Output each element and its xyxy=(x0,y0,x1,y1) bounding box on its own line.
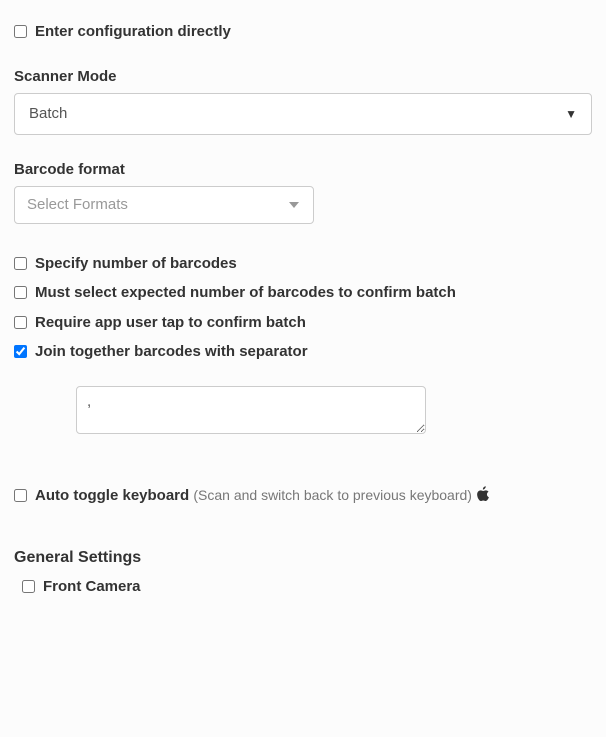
barcode-format-placeholder: Select Formats xyxy=(27,196,128,213)
scanner-mode-select[interactable]: Batch ▼ xyxy=(14,93,592,135)
join-separator-label[interactable]: Join together barcodes with separator xyxy=(35,342,308,362)
chevron-down-icon xyxy=(289,202,299,208)
apple-icon xyxy=(476,487,490,504)
auto-toggle-row: Auto toggle keyboard (Scan and switch ba… xyxy=(14,486,592,506)
barcode-format-select[interactable]: Select Formats xyxy=(14,186,314,224)
auto-toggle-checkbox[interactable] xyxy=(14,489,27,502)
specify-number-checkbox[interactable] xyxy=(14,257,27,270)
enter-config-label[interactable]: Enter configuration directly xyxy=(35,22,231,42)
barcode-format-label: Barcode format xyxy=(14,161,592,178)
join-separator-row: Join together barcodes with separator xyxy=(14,342,592,362)
settings-form: Enter configuration directly Scanner Mod… xyxy=(0,0,606,623)
auto-toggle-label-text: Auto toggle keyboard xyxy=(35,487,189,504)
specify-number-label[interactable]: Specify number of barcodes xyxy=(35,254,237,274)
require-tap-row: Require app user tap to confirm batch xyxy=(14,313,592,333)
must-select-row: Must select expected number of barcodes … xyxy=(14,283,592,303)
front-camera-label[interactable]: Front Camera xyxy=(43,577,141,597)
separator-input[interactable] xyxy=(76,386,426,434)
must-select-checkbox[interactable] xyxy=(14,286,27,299)
require-tap-checkbox[interactable] xyxy=(14,316,27,329)
batch-options: Specify number of barcodes Must select e… xyxy=(14,254,592,434)
specify-number-row: Specify number of barcodes xyxy=(14,254,592,274)
general-settings-heading: General Settings xyxy=(14,549,592,567)
front-camera-row: Front Camera xyxy=(22,577,592,597)
chevron-down-icon: ▼ xyxy=(565,107,577,121)
require-tap-label[interactable]: Require app user tap to confirm batch xyxy=(35,313,306,333)
must-select-label[interactable]: Must select expected number of barcodes … xyxy=(35,283,456,303)
auto-toggle-label[interactable]: Auto toggle keyboard (Scan and switch ba… xyxy=(35,486,490,506)
join-separator-checkbox[interactable] xyxy=(14,345,27,358)
enter-config-checkbox[interactable] xyxy=(14,25,27,38)
front-camera-checkbox[interactable] xyxy=(22,580,35,593)
scanner-mode-label: Scanner Mode xyxy=(14,68,592,85)
auto-toggle-hint: (Scan and switch back to previous keyboa… xyxy=(193,487,472,503)
enter-config-row: Enter configuration directly xyxy=(14,22,592,42)
scanner-mode-value: Batch xyxy=(29,105,67,122)
